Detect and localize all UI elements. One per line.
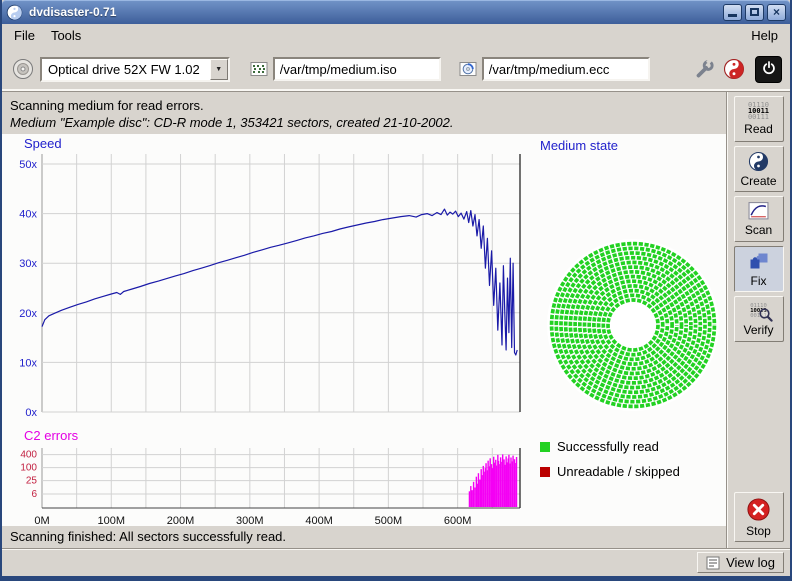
fix-button-label: Fix (751, 274, 767, 288)
drive-button[interactable] (10, 56, 36, 82)
window-title: dvdisaster-0.71 (29, 5, 720, 19)
iso-path-input[interactable] (273, 57, 441, 81)
power-icon (760, 60, 778, 78)
statusbar: View log (2, 548, 790, 576)
svg-text:0x: 0x (25, 407, 37, 419)
legend-unreadable-label: Unreadable / skipped (557, 464, 680, 479)
svg-text:400: 400 (20, 450, 37, 461)
legend-success: Successfully read (540, 439, 726, 454)
stop-button[interactable]: Stop (734, 492, 784, 542)
quit-button[interactable] (755, 56, 782, 83)
minimize-button[interactable] (723, 4, 742, 21)
scan-button-label: Scan (745, 223, 772, 237)
svg-text:20x: 20x (19, 308, 37, 320)
svg-text:50x: 50x (19, 159, 37, 171)
unreadable-swatch (540, 467, 550, 477)
app-window: dvdisaster-0.71 × File Tools Help Optica… (0, 0, 792, 581)
medium-state-title: Medium state (540, 138, 726, 153)
maximize-button[interactable] (745, 4, 764, 21)
medium-state-disc (545, 237, 721, 413)
chevron-down-icon[interactable]: ▼ (210, 59, 228, 80)
svg-text:25: 25 (26, 476, 38, 487)
action-sidebar: 01110 10011 00111 Read Create (726, 92, 790, 548)
ecc-file-icon (459, 60, 477, 78)
binary-magnifier-icon: 01110 10011 00111 (746, 301, 772, 321)
svg-text:500M: 500M (375, 515, 403, 526)
dvdisaster-help-button[interactable] (721, 56, 747, 82)
stop-button-label: Stop (746, 524, 771, 538)
speed-c2-chart: 50x 40x 30x 20x 10x 0x 400 100 25 6 0M 100M 200M 300M… (2, 134, 530, 526)
svg-text:600M: 600M (444, 515, 472, 526)
legend-success-label: Successfully read (557, 439, 659, 454)
view-log-button[interactable]: View log (697, 552, 784, 573)
svg-text:100M: 100M (98, 515, 126, 526)
toolbar: Optical drive 52X FW 1.02 ▼ (2, 47, 790, 92)
svg-text:C2 errors: C2 errors (24, 428, 79, 443)
svg-text:40x: 40x (19, 209, 37, 221)
log-document-icon (706, 556, 720, 570)
preferences-button[interactable] (691, 56, 717, 82)
binary-read-icon: 01110 10011 00111 (748, 102, 769, 120)
legend-unreadable: Unreadable / skipped (540, 464, 726, 479)
fix-button[interactable]: Fix (734, 246, 784, 292)
wrench-icon (693, 58, 715, 80)
menu-file[interactable]: File (6, 25, 43, 46)
svg-text:0M: 0M (34, 515, 49, 526)
close-icon: × (773, 5, 780, 19)
read-button-label: Read (744, 122, 773, 136)
stop-x-icon (746, 497, 771, 522)
finished-status: Scanning finished: All sectors successfu… (2, 526, 726, 548)
success-swatch (540, 442, 550, 452)
content-area: Scanning medium for read errors. Medium … (2, 92, 790, 548)
red-yinyang-logo-icon (723, 58, 745, 80)
charts-region: 50x 40x 30x 20x 10x 0x 400 100 25 6 0M 100M 200M 300M… (2, 134, 726, 526)
view-log-label: View log (726, 555, 775, 570)
svg-text:400M: 400M (305, 515, 333, 526)
verify-button-label: Verify (743, 323, 773, 337)
puzzle-fix-icon (748, 250, 770, 272)
menu-tools[interactable]: Tools (43, 25, 89, 46)
operation-status: Scanning medium for read errors. Medium … (2, 92, 726, 134)
main-column: Scanning medium for read errors. Medium … (2, 92, 726, 548)
svg-text:30x: 30x (19, 258, 37, 270)
scan-button[interactable]: Scan (734, 196, 784, 242)
menu-help[interactable]: Help (743, 25, 786, 46)
status-line-1: Scanning medium for read errors. (10, 97, 718, 114)
scan-graph-icon (748, 201, 769, 221)
drive-select[interactable]: Optical drive 52X FW 1.02 ▼ (40, 57, 230, 82)
svg-text:10x: 10x (19, 357, 37, 369)
create-button[interactable]: Create (734, 146, 784, 192)
yinyang-create-icon (748, 151, 769, 172)
svg-text:Speed: Speed (24, 136, 62, 151)
svg-text:100: 100 (20, 463, 37, 474)
ecc-path-input[interactable] (482, 57, 650, 81)
status-line-2: Medium "Example disc": CD-R mode 1, 3534… (10, 114, 718, 131)
create-button-label: Create (740, 174, 776, 188)
medium-state-legend: Successfully read Unreadable / skipped (540, 439, 726, 479)
menubar: File Tools Help (2, 24, 790, 47)
disc-drive-icon (12, 58, 34, 80)
close-button[interactable]: × (767, 4, 786, 21)
svg-text:6: 6 (31, 489, 37, 500)
drive-select-value: Optical drive 52X FW 1.02 (42, 59, 210, 80)
titlebar: dvdisaster-0.71 × (2, 0, 790, 24)
maximize-icon (750, 8, 759, 16)
svg-text:200M: 200M (167, 515, 195, 526)
svg-text:300M: 300M (236, 515, 264, 526)
verify-button[interactable]: 01110 10011 00111 Verify (734, 296, 784, 342)
magnifier-icon (758, 307, 774, 323)
read-button[interactable]: 01110 10011 00111 Read (734, 96, 784, 142)
app-yinyang-icon (6, 4, 23, 21)
iso-file-icon (250, 60, 268, 78)
medium-state-panel: Medium state Successfully read Unreadabl… (530, 134, 726, 526)
minimize-icon (728, 14, 737, 17)
